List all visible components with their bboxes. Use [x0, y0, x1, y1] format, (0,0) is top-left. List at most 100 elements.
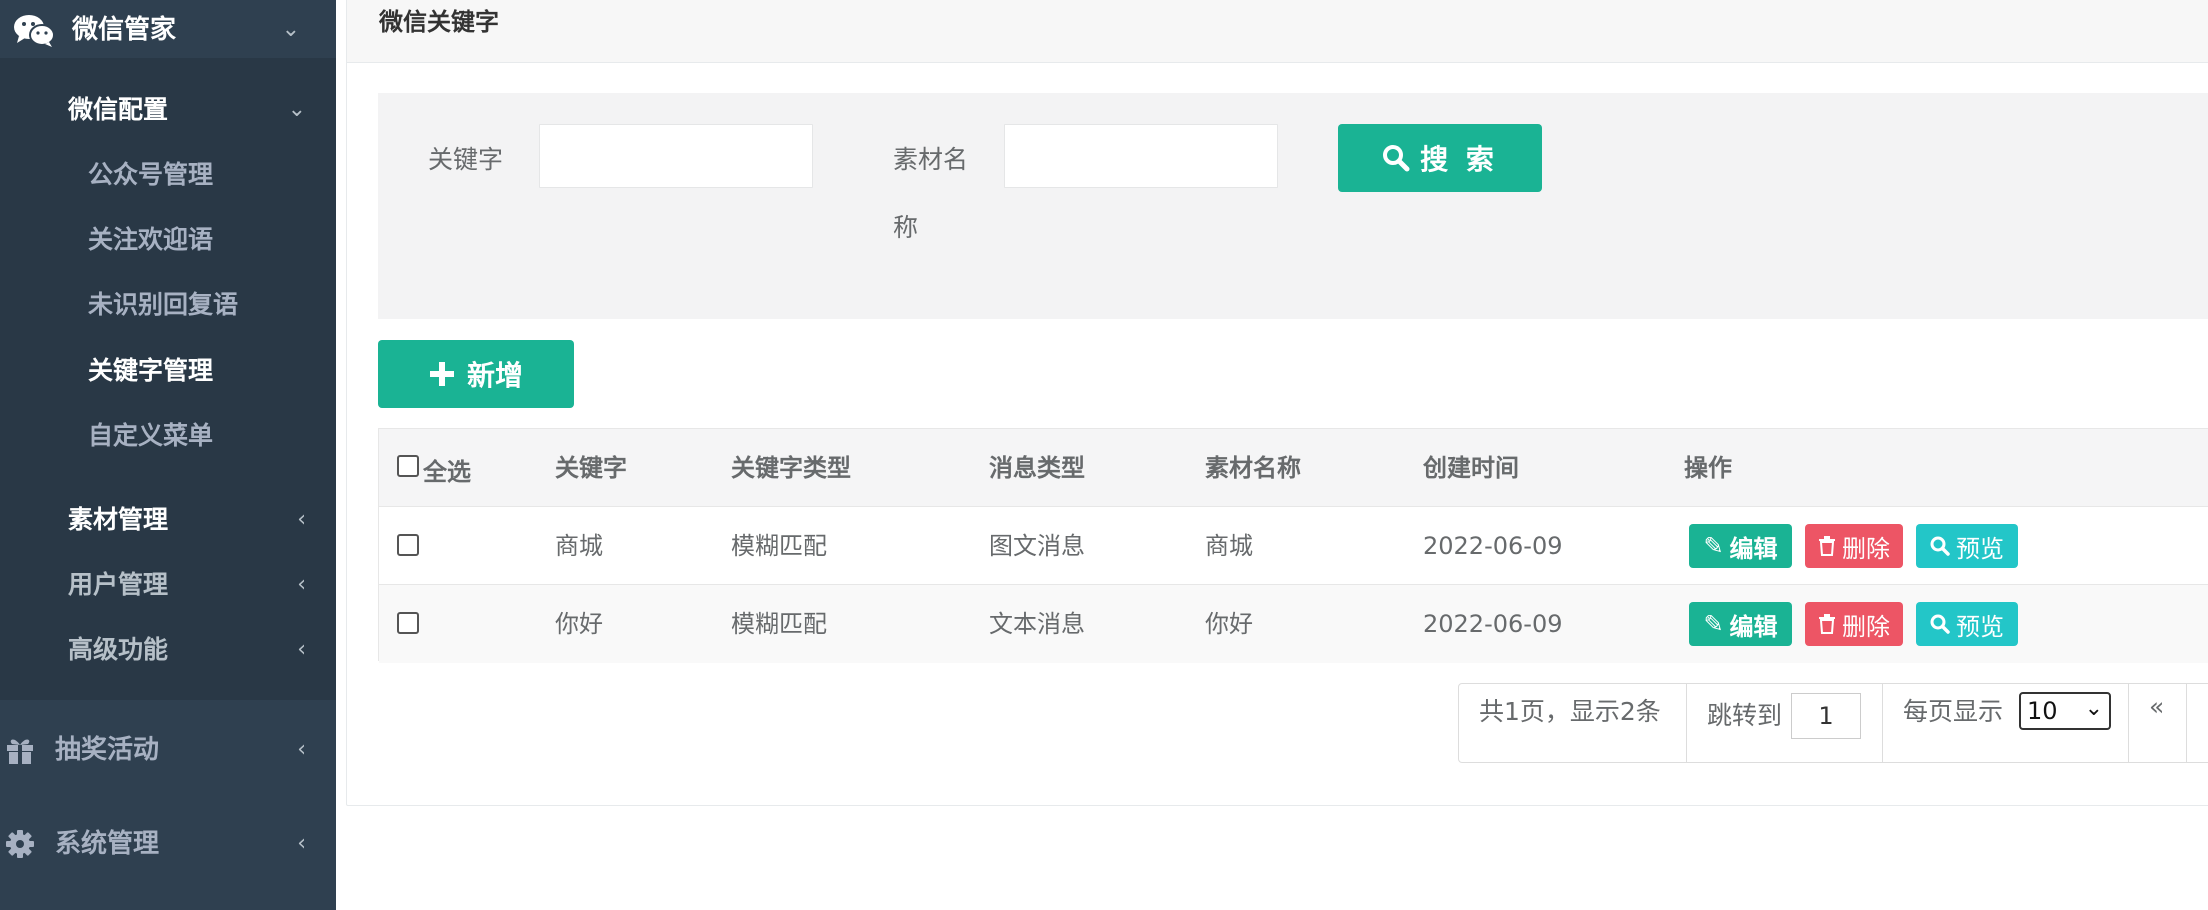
trash-icon	[1819, 536, 1835, 556]
material-name-label: 素材名	[893, 145, 969, 174]
row-checkbox[interactable]	[397, 534, 419, 556]
cell-material-name: 商城	[1205, 532, 1253, 560]
gear-icon	[6, 830, 34, 858]
sidebar-item-material-manage[interactable]: 素材管理 ‹	[0, 492, 336, 548]
material-name-label-wrap: 称	[893, 213, 919, 242]
cell-keyword-type: 模糊匹配	[731, 610, 827, 638]
column-header-keyword-type[interactable]: 关键字类型	[731, 429, 851, 507]
search-button[interactable]: 搜 索	[1338, 124, 1542, 192]
sidebar-item-custom-menu[interactable]: 自定义菜单	[0, 408, 336, 464]
preview-button[interactable]: 预览	[1916, 602, 2018, 646]
column-header-material-name[interactable]: 素材名称	[1205, 429, 1301, 507]
sidebar-item-keyword-manage[interactable]: 关键字管理	[0, 343, 336, 399]
jump-to-page-input[interactable]: 1	[1791, 693, 1861, 739]
chevron-left-icon: ‹	[297, 831, 306, 856]
chevron-down-icon: ⌄	[2084, 696, 2103, 721]
preview-button-label: 预览	[1956, 612, 2004, 641]
per-page-label: 每页显示	[1903, 697, 2004, 726]
sidebar-item-wechat-manager[interactable]: 微信管家 ⌄	[0, 2, 336, 58]
add-button[interactable]: 新增	[378, 340, 574, 408]
search-icon	[1930, 614, 1950, 634]
cell-material-name: 你好	[1205, 610, 1253, 638]
delete-button-label: 删除	[1842, 612, 1890, 641]
sidebar-item-system[interactable]: 系统管理 ‹	[0, 816, 336, 872]
pagination-summary: 共1页，显示2条	[1479, 697, 1661, 726]
sidebar-item-label: 未识别回复语	[88, 290, 239, 319]
edit-button[interactable]: ✎ 编辑	[1689, 524, 1792, 568]
panel-header: 微信关键字	[347, 0, 2208, 63]
cell-message-type: 图文消息	[989, 532, 1085, 560]
edit-button-label: 编辑	[1729, 534, 1778, 563]
column-header-keyword[interactable]: 关键字	[555, 429, 627, 507]
keyword-table: 全选 关键字 关键字类型 消息类型 素材名称 创建时间 操作 商城 模糊匹配 图…	[378, 428, 2208, 663]
trash-icon	[1819, 614, 1835, 634]
cell-created-time: 2022-06-09	[1423, 610, 1563, 638]
cell-keyword: 商城	[555, 532, 603, 560]
sidebar-item-unrecognized-reply[interactable]: 未识别回复语	[0, 277, 336, 333]
sidebar-item-label: 用户管理	[68, 570, 169, 599]
table-row: 商城 模糊匹配 图文消息 商城 2022-06-09 ✎ 编辑 删除 预览	[379, 507, 2208, 585]
gift-icon	[7, 739, 33, 764]
pagination-jump-segment: 跳转到 1	[1687, 684, 1883, 762]
search-button-label: 搜 索	[1420, 143, 1498, 176]
cell-message-type: 文本消息	[989, 610, 1085, 638]
column-header-message-type[interactable]: 消息类型	[989, 429, 1085, 507]
column-header-created-time[interactable]: 创建时间	[1423, 429, 1519, 507]
sidebar-item-label: 关注欢迎语	[88, 225, 214, 254]
preview-button[interactable]: 预览	[1916, 524, 2018, 568]
page-title: 微信关键字	[379, 8, 499, 36]
edit-icon: ✎	[1703, 532, 1724, 560]
sidebar-item-welcome-message[interactable]: 关注欢迎语	[0, 212, 336, 268]
sidebar-item-label: 高级功能	[68, 635, 169, 664]
edit-button-label: 编辑	[1729, 612, 1778, 641]
table-header-row: 全选 关键字 关键字类型 消息类型 素材名称 创建时间 操作	[379, 429, 2208, 507]
pagination-prev-segment[interactable]: «	[2129, 684, 2187, 762]
delete-button[interactable]: 删除	[1805, 524, 1903, 568]
per-page-select[interactable]: 10 ⌄	[2019, 692, 2111, 730]
sidebar-item-label: 微信配置	[68, 95, 169, 124]
per-page-value: 10	[2027, 697, 2058, 725]
sidebar-item-account-manage[interactable]: 公众号管理	[0, 147, 336, 203]
preview-button-label: 预览	[1956, 534, 2004, 563]
edit-button[interactable]: ✎ 编辑	[1689, 602, 1792, 646]
edit-icon: ✎	[1703, 610, 1724, 638]
chevron-left-icon: ‹	[297, 572, 306, 597]
chevron-down-icon: ⌄	[287, 97, 306, 122]
sidebar-item-label: 微信管家	[72, 15, 177, 45]
sidebar: 微信管家 ⌄ 微信配置 ⌄ 公众号管理 关注欢迎语 未识别回复语 关键字管理 自…	[0, 0, 336, 910]
cell-keyword-type: 模糊匹配	[731, 532, 827, 560]
jump-to-label: 跳转到	[1707, 701, 1783, 730]
prev-page-button[interactable]: «	[2149, 692, 2164, 721]
column-header-select-all: 全选	[423, 458, 471, 486]
sidebar-item-advanced[interactable]: 高级功能 ‹	[0, 622, 336, 678]
sidebar-item-lottery[interactable]: 抽奖活动 ‹	[0, 722, 336, 778]
sidebar-item-label: 关键字管理	[88, 356, 214, 385]
row-checkbox[interactable]	[397, 612, 419, 634]
select-all-checkbox[interactable]	[397, 455, 419, 477]
delete-button-label: 删除	[1842, 534, 1890, 563]
keyword-input[interactable]	[539, 124, 813, 188]
wechat-icon	[14, 15, 55, 47]
keyword-label: 关键字	[428, 145, 504, 174]
sidebar-item-label: 自定义菜单	[88, 421, 214, 450]
plus-icon	[429, 362, 454, 386]
chevron-down-icon: ⌄	[281, 17, 300, 42]
search-icon	[1383, 145, 1410, 172]
pagination-summary-segment: 共1页，显示2条	[1459, 684, 1687, 762]
pagination: 共1页，显示2条 跳转到 1 每页显示 10 ⌄ «	[1458, 683, 2208, 763]
search-icon	[1930, 536, 1950, 556]
sidebar-item-label: 系统管理	[55, 829, 160, 859]
sidebar-item-label: 抽奖活动	[55, 735, 160, 765]
sidebar-item-wechat-config[interactable]: 微信配置 ⌄	[0, 82, 336, 138]
table-row: 你好 模糊匹配 文本消息 你好 2022-06-09 ✎ 编辑 删除 预览	[379, 585, 2208, 663]
chevron-left-icon: ‹	[297, 737, 306, 762]
sidebar-item-label: 公众号管理	[88, 160, 214, 189]
pagination-per-page-segment: 每页显示 10 ⌄	[1883, 684, 2129, 762]
material-name-input[interactable]	[1004, 124, 1278, 188]
chevron-left-icon: ‹	[297, 637, 306, 662]
delete-button[interactable]: 删除	[1805, 602, 1903, 646]
add-button-label: 新增	[466, 359, 523, 392]
cell-keyword: 你好	[555, 610, 603, 638]
column-header-actions: 操作	[1684, 454, 1732, 482]
sidebar-item-user-manage[interactable]: 用户管理 ‹	[0, 557, 336, 613]
